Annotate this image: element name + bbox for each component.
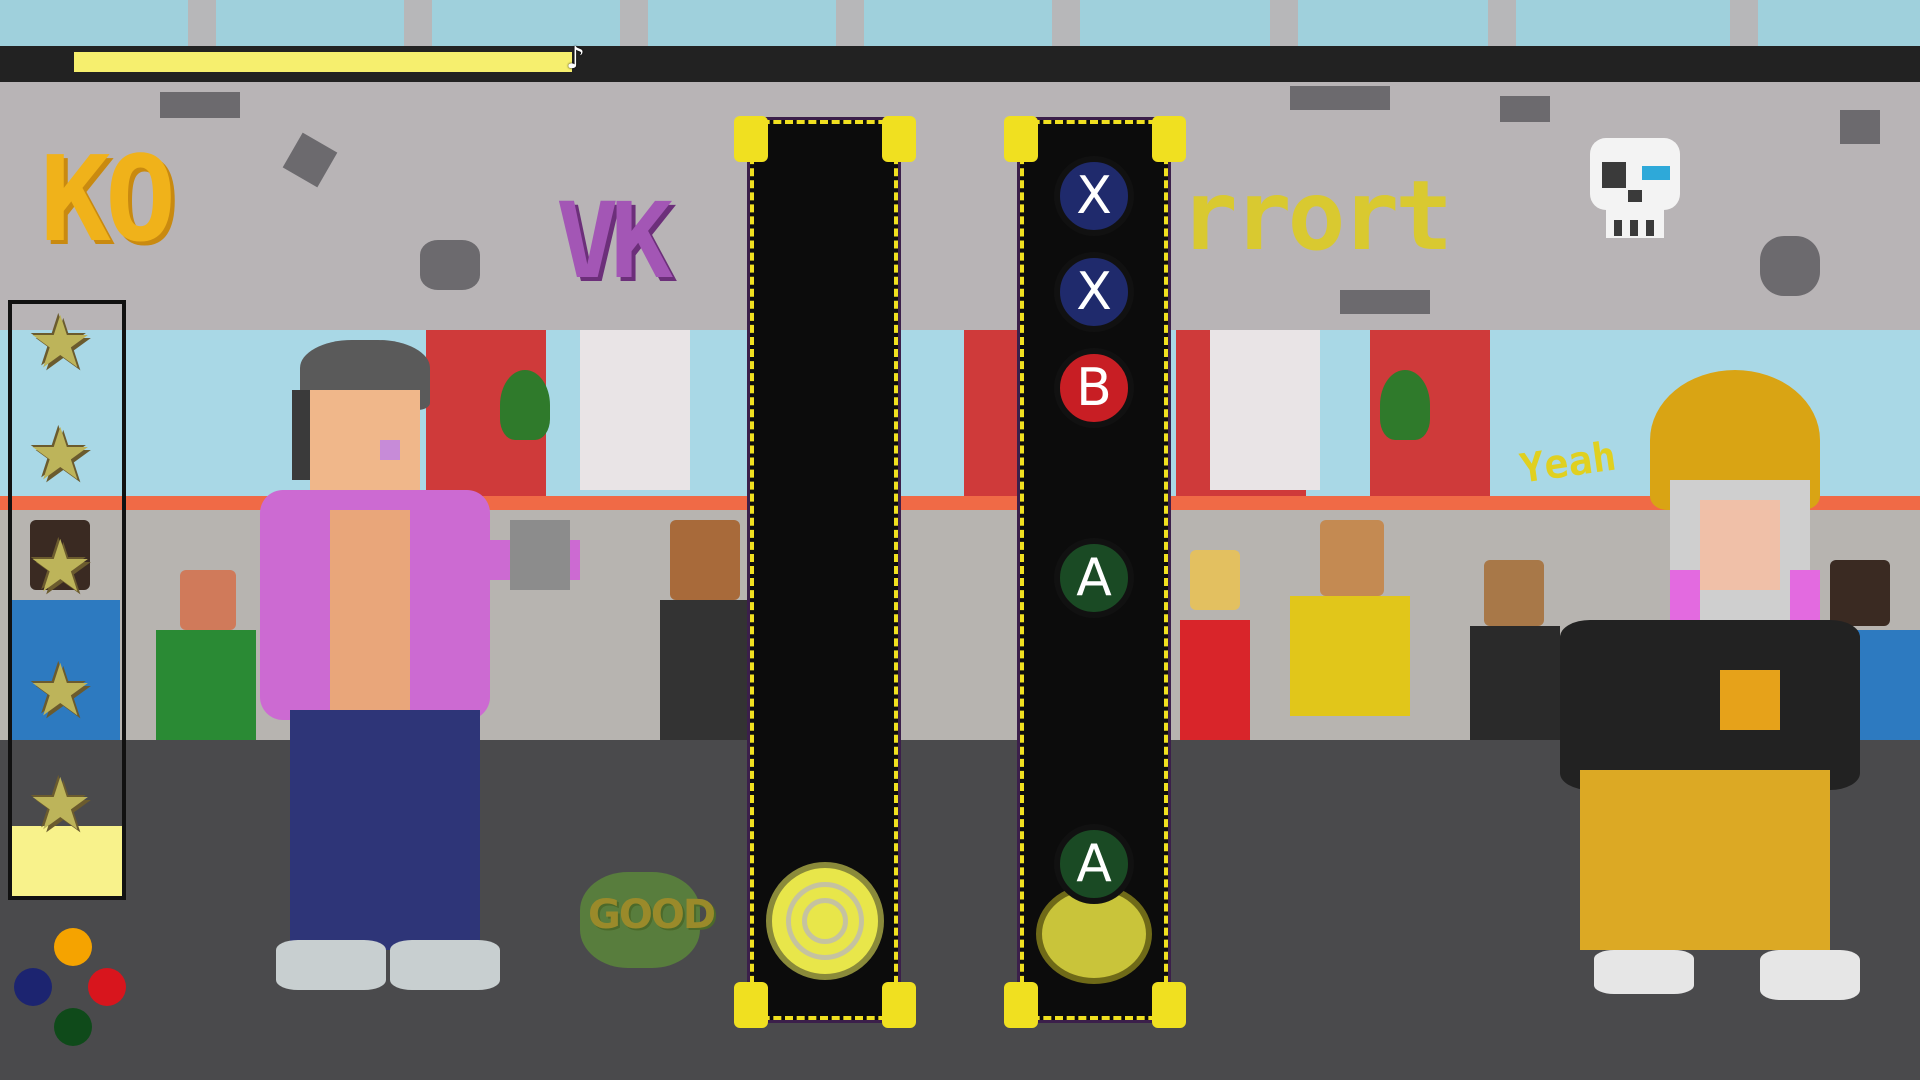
graffiti-vk: VK (556, 180, 673, 302)
star-icon: ★ (28, 300, 93, 384)
controller-yellow-button-icon (54, 928, 92, 966)
lane-corner (1004, 116, 1038, 162)
sky-strip (0, 0, 1920, 46)
hit-feedback-text: GOOD (588, 892, 716, 938)
sky-post (836, 0, 864, 46)
note-a-button-icon: A (1054, 538, 1134, 618)
opponent-character (1520, 370, 1920, 1030)
wall-crack (1290, 86, 1390, 110)
star-icon: ★ (28, 762, 93, 846)
note-x-button-icon: X (1054, 156, 1134, 236)
music-note-icon: ♪ (566, 41, 586, 76)
note-a-button-icon: A (1054, 824, 1134, 904)
note-b-button-icon: B (1054, 348, 1134, 428)
star-icon: ★ (28, 648, 93, 732)
crowd-person (1180, 550, 1250, 740)
sky-post (188, 0, 216, 46)
wall-crack (160, 92, 240, 118)
tree (1380, 370, 1430, 440)
controller-blue-button-icon (14, 968, 52, 1006)
wall-crack (420, 240, 480, 290)
star-icon: ★ (28, 412, 93, 496)
wall-crack (1840, 110, 1880, 144)
controller-green-button-icon (54, 1008, 92, 1046)
crowd-person (1290, 520, 1410, 740)
sky-post (1270, 0, 1298, 46)
player-character (240, 340, 600, 1020)
wall-crack (1340, 290, 1430, 314)
hit-target-left (766, 862, 884, 980)
lane-corner (1152, 116, 1186, 162)
star-icon: ★ (28, 524, 93, 608)
controller-red-button-icon (88, 968, 126, 1006)
graffiti-rrort: rrort (1180, 160, 1453, 272)
graffiti-ko: KO (40, 130, 176, 268)
sky-post (1730, 0, 1758, 46)
sky-post (1052, 0, 1080, 46)
wall-crack (1760, 236, 1820, 296)
sky-post (1488, 0, 1516, 46)
sky-post (404, 0, 432, 46)
skull-icon (1580, 138, 1690, 244)
lane-corner (1004, 982, 1038, 1028)
game-scene: ♪ KO VK rrort Yeah ★ ★ ★ ★ ★ GOOD X X B … (0, 0, 1920, 1080)
lane-corner (1152, 982, 1186, 1028)
lane-corner (882, 116, 916, 162)
lane-corner (734, 982, 768, 1028)
crowd-person (660, 520, 760, 740)
sky-post (620, 0, 648, 46)
wall-crack (1500, 96, 1550, 122)
white-pillar (1210, 330, 1320, 490)
lane-corner (882, 982, 916, 1028)
song-progress-fill (74, 52, 572, 72)
note-x-button-icon: X (1054, 252, 1134, 332)
lane-corner (734, 116, 768, 162)
